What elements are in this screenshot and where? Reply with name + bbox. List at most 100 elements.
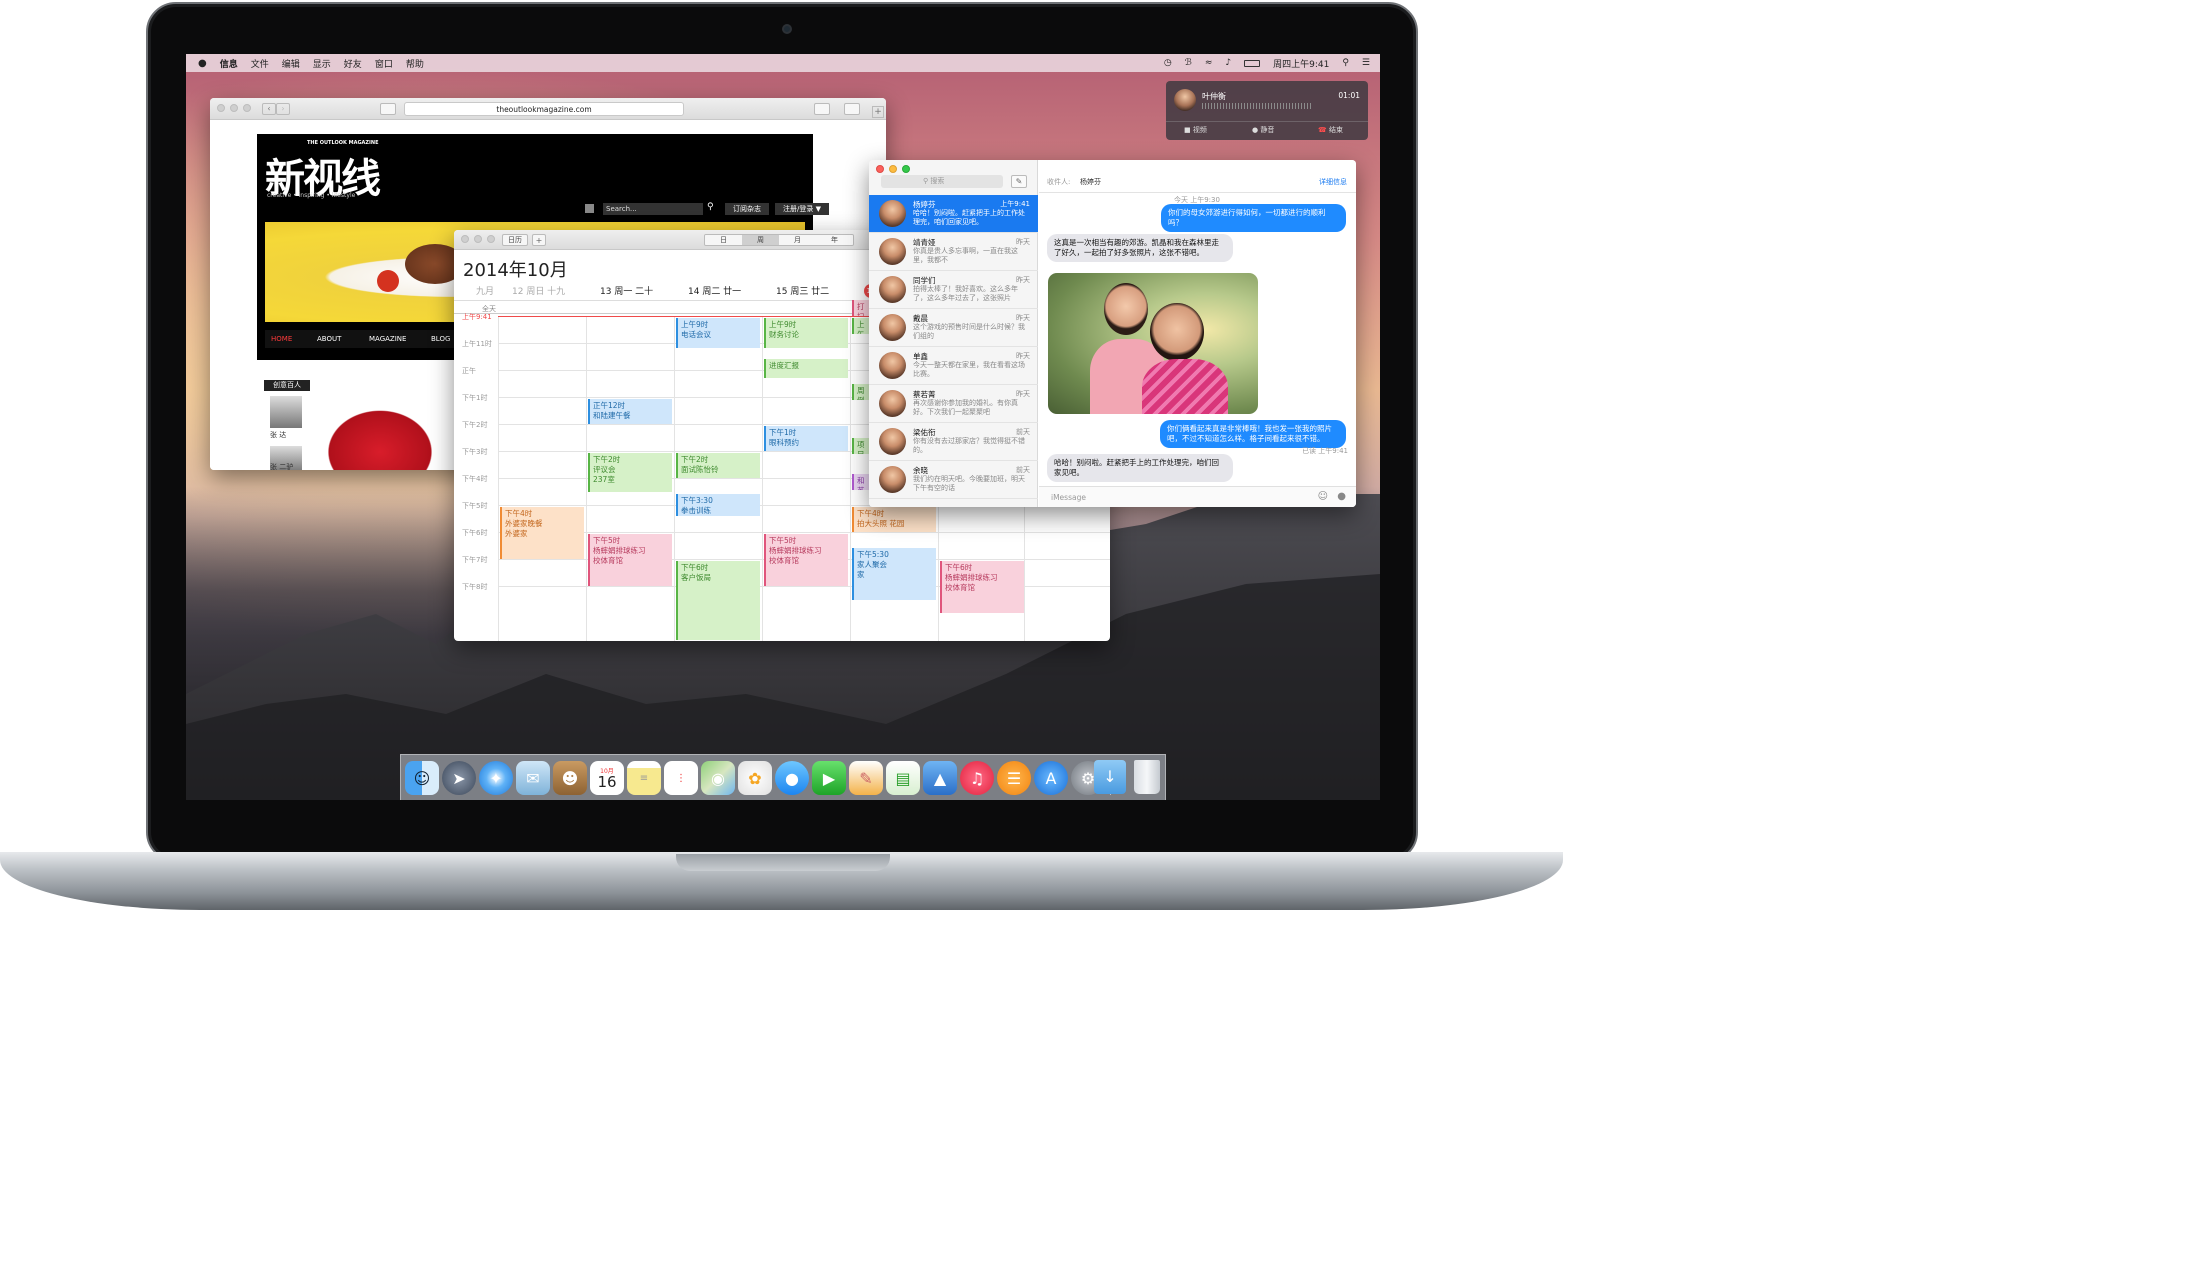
close-button[interactable] bbox=[876, 165, 884, 173]
tabs-icon[interactable] bbox=[844, 103, 860, 115]
launchpad-icon[interactable]: ➤ bbox=[442, 761, 476, 795]
forward-button[interactable]: › bbox=[276, 103, 290, 115]
volume-icon[interactable]: ♪ bbox=[1225, 58, 1231, 68]
facetime-icon[interactable]: ▶ bbox=[812, 761, 846, 795]
mail-icon[interactable]: ✉ bbox=[516, 761, 550, 795]
calendar-event[interactable]: 下午5时 杨蟀娟排球练习 校体育馆 bbox=[588, 534, 672, 586]
zoom-button[interactable] bbox=[487, 235, 495, 243]
day-header[interactable]: 九月 bbox=[476, 284, 494, 297]
calendar-event[interactable]: 进度汇报 bbox=[764, 358, 848, 379]
conversation-item[interactable]: 余晓 前天 我们约在明天吧。今晚要加班，明天下午有空的话 bbox=[869, 461, 1038, 499]
new-tab-button[interactable]: + bbox=[872, 106, 884, 118]
nav-home[interactable]: HOME bbox=[271, 330, 292, 348]
conversation-item[interactable]: 戴晨 昨天 这个游戏的预售时间是什么时候？我们组的 bbox=[869, 309, 1038, 347]
mute-button[interactable]: ● 静音 bbox=[1252, 125, 1274, 135]
compose-button[interactable]: ✎ bbox=[1011, 175, 1027, 188]
day-header[interactable]: 14 周二 廿一 bbox=[688, 284, 741, 297]
menu-item[interactable]: 好友 bbox=[344, 57, 362, 70]
zoom-button[interactable] bbox=[243, 104, 251, 112]
conversation-item[interactable]: 杨婷芬 上午9:41 哈哈！别闷啦。赶紧把手上的工作处理完，咱们回家见吧。 bbox=[869, 195, 1038, 233]
subscribe-button[interactable]: 订阅杂志 bbox=[725, 203, 769, 215]
calendars-button[interactable]: 日历 bbox=[502, 234, 528, 246]
calendar-event[interactable]: 下午6时 杨蟀娟排球练习 校体育馆 bbox=[940, 561, 1024, 613]
feature-image[interactable] bbox=[320, 380, 470, 470]
safari-icon[interactable]: ✦ bbox=[479, 761, 513, 795]
menubar-clock[interactable]: 周四上午9:41 bbox=[1273, 57, 1329, 70]
calendar-event[interactable]: 下午5:30 家人聚会 家 bbox=[852, 547, 936, 600]
url-bar[interactable]: theoutlookmagazine.com bbox=[404, 102, 684, 116]
menu-item[interactable]: 窗口 bbox=[375, 57, 393, 70]
list-icon[interactable]: ☰ bbox=[1362, 58, 1370, 68]
photos-icon[interactable]: ✿ bbox=[738, 761, 772, 795]
bluetooth-icon[interactable]: ℬ bbox=[1185, 58, 1192, 68]
minimize-button[interactable] bbox=[230, 104, 238, 112]
minimize-button[interactable] bbox=[474, 235, 482, 243]
contacts-icon[interactable]: ☻ bbox=[553, 761, 587, 795]
trash-icon[interactable] bbox=[1134, 760, 1160, 794]
person-name[interactable]: 张 达 bbox=[270, 430, 286, 440]
calendar-event[interactable]: 下午3:30 拳击训练 bbox=[676, 493, 760, 516]
message-input[interactable]: iMessage ☺ ● bbox=[1039, 486, 1356, 507]
shared-photo[interactable] bbox=[1048, 273, 1258, 414]
emoji-icon[interactable]: ☺ bbox=[1318, 491, 1328, 502]
reminders-icon[interactable]: ⋮ bbox=[664, 761, 698, 795]
menu-item[interactable]: 信息 bbox=[220, 57, 238, 70]
wifi-icon[interactable]: ≈ bbox=[1205, 58, 1213, 68]
conversation-item[interactable]: 单鑫 昨天 今天一整天都在家里，我在看看这场比赛。 bbox=[869, 347, 1038, 385]
battery-icon[interactable] bbox=[1244, 59, 1261, 67]
nav-blog[interactable]: BLOG bbox=[431, 330, 450, 348]
maps-icon[interactable]: ◉ bbox=[701, 761, 735, 795]
nav-about[interactable]: ABOUT bbox=[317, 330, 341, 348]
video-button[interactable]: ■ 视频 bbox=[1184, 125, 1207, 135]
calendar-event[interactable]: 下午5时 杨蟀娟排球练习 校体育馆 bbox=[764, 534, 848, 586]
person-name[interactable]: 张 二驴 bbox=[270, 462, 293, 470]
menu-item[interactable]: 帮助 bbox=[406, 57, 424, 70]
calendar-event[interactable]: 上午9时 财务讨论 bbox=[764, 318, 848, 349]
calendar-event[interactable]: 下午2时 评议会 237室 bbox=[588, 453, 672, 492]
message-bubble[interactable]: 这真是一次相当有趣的郊游。凯晶和我在森林里走了好久，一起拍了好多张照片，这张不错… bbox=[1047, 234, 1233, 262]
finder-icon[interactable]: ☺ bbox=[405, 761, 439, 795]
end-call-button[interactable]: ☎ 结束 bbox=[1318, 125, 1343, 135]
view-week[interactable]: 周 bbox=[742, 235, 779, 245]
conversation-item[interactable]: 同学们 昨天 拍得太棒了！我好喜欢。这么多年了，这么多年过去了，这张照片 bbox=[869, 271, 1038, 309]
search-icon[interactable]: ⚲ bbox=[1342, 58, 1349, 68]
conversation-item[interactable]: 梁佑衔 前天 你有没有去过那家店？我觉得挺不错的。 bbox=[869, 423, 1038, 461]
view-year[interactable]: 年 bbox=[816, 235, 853, 245]
microphone-icon[interactable]: ● bbox=[1337, 491, 1346, 502]
conversation-item[interactable]: 蔡若菁 昨天 再次感谢你参加我的婚礼。有你真好。下次我们一起聚聚吧 bbox=[869, 385, 1038, 423]
back-button[interactable]: ‹ bbox=[262, 103, 276, 115]
ibooks-icon[interactable]: ☰ bbox=[997, 761, 1031, 795]
login-button[interactable]: 注册/登录 ▼ bbox=[775, 203, 829, 215]
close-button[interactable] bbox=[461, 235, 469, 243]
calendar-event[interactable]: 下午6时 客户饭局 bbox=[676, 561, 760, 640]
view-month[interactable]: 月 bbox=[779, 235, 816, 245]
message-bubble[interactable]: 你们的母女郊游进行得如何，一切都进行的顺利吗？ bbox=[1161, 204, 1346, 232]
details-button[interactable]: 详细信息 bbox=[1319, 177, 1347, 187]
pages-icon[interactable]: ✎ bbox=[849, 761, 883, 795]
search-icon[interactable]: ⚲ bbox=[707, 202, 714, 212]
numbers-icon[interactable]: ▤ bbox=[886, 761, 920, 795]
calendar-event[interactable]: 下午4时 外婆家晚餐 外婆家 bbox=[500, 507, 584, 559]
calendar-event[interactable]: 下午2时 面试陈怡铃 bbox=[676, 453, 760, 478]
sidebar-icon[interactable] bbox=[380, 103, 396, 115]
day-header[interactable]: 15 周三 廿二 bbox=[776, 284, 829, 297]
downloads-folder-icon[interactable]: ↓ bbox=[1094, 760, 1126, 794]
close-button[interactable] bbox=[217, 104, 225, 112]
calendar-event[interactable]: 正午12时 和陆建午餐 bbox=[588, 399, 672, 424]
message-bubble[interactable]: 你们俩看起来真是非常棒哦！我也发一张我的照片吧，不过不知道怎么样。格子间看起来很… bbox=[1160, 420, 1346, 448]
day-header[interactable]: 12 周日 十九 bbox=[512, 284, 565, 297]
keynote-icon[interactable]: ▲ bbox=[923, 761, 957, 795]
calendar-event[interactable]: 上午9时 电话会议 bbox=[676, 318, 760, 349]
time-machine-icon[interactable]: ◷ bbox=[1164, 58, 1172, 68]
itunes-icon[interactable]: ♫ bbox=[960, 761, 994, 795]
notes-icon[interactable]: ≡ bbox=[627, 761, 661, 795]
rss-icon[interactable] bbox=[585, 204, 594, 213]
app-store-icon[interactable]: A bbox=[1034, 761, 1068, 795]
view-day[interactable]: 日 bbox=[705, 235, 742, 245]
apple-icon[interactable]: ● bbox=[198, 58, 207, 69]
day-header[interactable]: 13 周一 二十 bbox=[600, 284, 653, 297]
site-search-input[interactable]: Search... bbox=[603, 203, 703, 215]
messages-app-icon[interactable]: ● bbox=[775, 761, 809, 795]
menu-item[interactable]: 文件 bbox=[251, 57, 269, 70]
recipient-name[interactable]: 杨婷芬 bbox=[1080, 177, 1101, 187]
